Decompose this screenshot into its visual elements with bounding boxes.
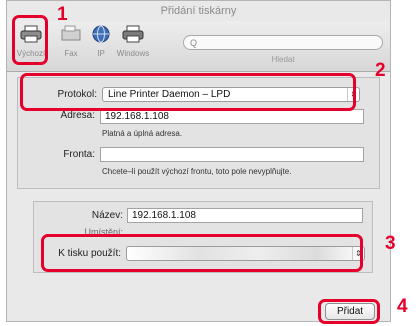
callout-number-4: 4 — [397, 296, 408, 317]
callout-box-1 — [12, 15, 48, 65]
name-field[interactable]: 192.168.1.108 — [127, 208, 363, 223]
globe-icon — [92, 25, 110, 43]
callout-number-1: 1 — [57, 4, 68, 25]
printer-icon — [122, 25, 144, 43]
name-value: 192.168.1.108 — [132, 210, 196, 221]
toolbar-windows[interactable]: Windows — [113, 25, 153, 58]
address-value: 192.168.1.108 — [105, 111, 169, 122]
callout-box-3 — [41, 234, 363, 272]
queue-label: Fronta: — [63, 149, 95, 160]
search-label: Hledat — [271, 55, 295, 64]
address-label: Adresa: — [60, 110, 95, 121]
address-field[interactable]: 192.168.1.108 — [100, 109, 364, 124]
callout-box-4 — [318, 299, 380, 324]
search-input[interactable]: Q — [183, 35, 383, 50]
search-icon: Q — [190, 38, 198, 48]
add-printer-window: Přidání tiskárny Výchozí Fax IP Windows … — [6, 0, 391, 322]
toolbar: Výchozí Fax IP Windows Q Hledat — [7, 21, 390, 72]
callout-number-2: 2 — [375, 60, 386, 81]
queue-field[interactable] — [100, 147, 364, 162]
address-hint: Platná a úplná adresa. — [102, 129, 183, 138]
toolbar-windows-label: Windows — [116, 49, 150, 58]
name-label: Název: — [91, 210, 123, 221]
fax-icon — [61, 25, 81, 41]
queue-hint: Chcete–li použít výchozí frontu, toto po… — [102, 167, 292, 176]
callout-number-3: 3 — [385, 233, 396, 254]
callout-box-2 — [20, 73, 356, 111]
